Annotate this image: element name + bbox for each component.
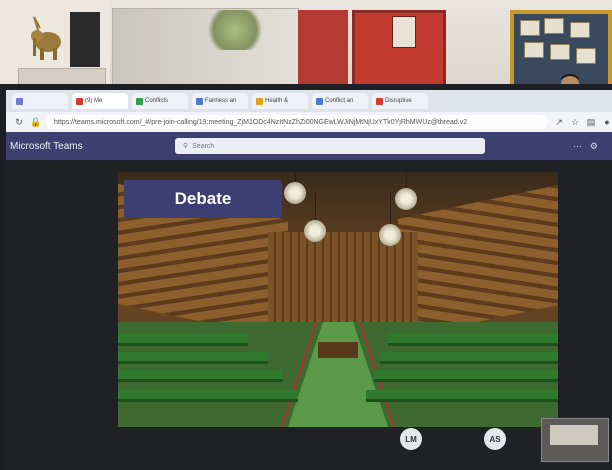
green-bench [374, 370, 558, 382]
tab-favicon-icon [76, 97, 83, 105]
search-placeholder: Search [192, 142, 215, 150]
participant-avatar[interactable]: AS [484, 428, 506, 450]
tab-favicon-icon [256, 97, 263, 105]
browser-tab[interactable]: Health & [252, 93, 308, 109]
slide-title: Debate [124, 180, 282, 218]
speaker [70, 12, 100, 67]
notice-card [576, 48, 596, 64]
projector-glow [205, 10, 265, 50]
notice-card [570, 22, 590, 38]
tab-label: Disruptive [385, 98, 412, 104]
browser-tab[interactable] [12, 93, 68, 109]
reload-icon[interactable]: ↻ [14, 117, 24, 128]
gallery-right [398, 184, 558, 340]
green-bench [366, 390, 558, 402]
lamp-chain [295, 172, 296, 182]
green-bench [380, 352, 558, 364]
lamp-chain [315, 192, 316, 222]
notice-card [544, 18, 564, 34]
tab-favicon-icon [196, 97, 203, 105]
chandelier-lamp [395, 188, 417, 210]
browser-tab-strip: (9) Me Conflicts Fairness an Health & Co… [6, 90, 612, 112]
back-wall [268, 232, 418, 322]
header-actions: ⋯ ⚙ [573, 141, 612, 152]
browser-tab[interactable]: Disruptive [372, 93, 428, 109]
settings-icon[interactable]: ⚙ [590, 141, 598, 152]
browser-tab[interactable]: Conflict an [312, 93, 368, 109]
teams-header: Microsoft Teams ⚲ Search ⋯ ⚙ [6, 132, 612, 160]
notice-card [524, 42, 544, 58]
lock-icon[interactable]: 🔒 [30, 117, 41, 128]
green-bench [118, 352, 268, 364]
tab-favicon-icon [16, 97, 23, 105]
tab-label: (9) Me [85, 98, 103, 104]
tab-favicon-icon [316, 97, 323, 105]
browser-address-bar: ↻ 🔒 https://teams.microsoft.com/_#/pre-j… [6, 112, 612, 132]
despatch-table [318, 342, 358, 358]
browser-tab[interactable]: Fairness an [192, 93, 248, 109]
share-icon[interactable]: ↗ [554, 117, 564, 128]
tab-favicon-icon [136, 97, 143, 105]
more-options-icon[interactable]: ⋯ [573, 141, 582, 152]
tab-label: Health & [265, 98, 289, 104]
thumbnail-window [550, 425, 598, 445]
notice-card [550, 44, 570, 60]
tab-label: Fairness an [205, 98, 237, 104]
meeting-stage: Debate LM AS [6, 160, 612, 470]
participant-avatar[interactable]: LM [400, 428, 422, 450]
self-video-thumbnail[interactable] [541, 418, 609, 462]
app-title: Microsoft Teams [10, 140, 83, 152]
green-bench [118, 370, 283, 382]
monitor: (9) Me Conflicts Fairness an Health & Co… [0, 84, 612, 470]
notice-card [520, 20, 540, 36]
door-window [392, 16, 416, 48]
green-bench [388, 334, 558, 346]
chandelier-lamp [304, 220, 326, 242]
green-bench [118, 390, 298, 402]
lamp-chain [390, 192, 391, 226]
search-icon: ⚲ [183, 143, 189, 150]
elephant-ornament [28, 12, 68, 62]
green-bench [118, 334, 248, 346]
profile-icon[interactable]: ● [602, 117, 612, 127]
star-icon[interactable]: ☆ [570, 117, 580, 128]
chandelier-lamp [379, 224, 401, 246]
browser-tab[interactable]: Conflicts [132, 93, 188, 109]
extensions-icon[interactable]: ▤ [586, 117, 596, 128]
chandelier-lamp [284, 182, 306, 204]
tab-label: Conflicts [145, 98, 169, 104]
tab-favicon-icon [376, 97, 383, 105]
tab-label: Conflict an [325, 98, 354, 104]
browser-tab-active[interactable]: (9) Me [72, 93, 128, 109]
shared-slide: Debate [118, 172, 558, 427]
search-input[interactable]: ⚲ Search [175, 138, 485, 154]
url-field[interactable]: https://teams.microsoft.com/_#/pre-join-… [46, 115, 548, 129]
